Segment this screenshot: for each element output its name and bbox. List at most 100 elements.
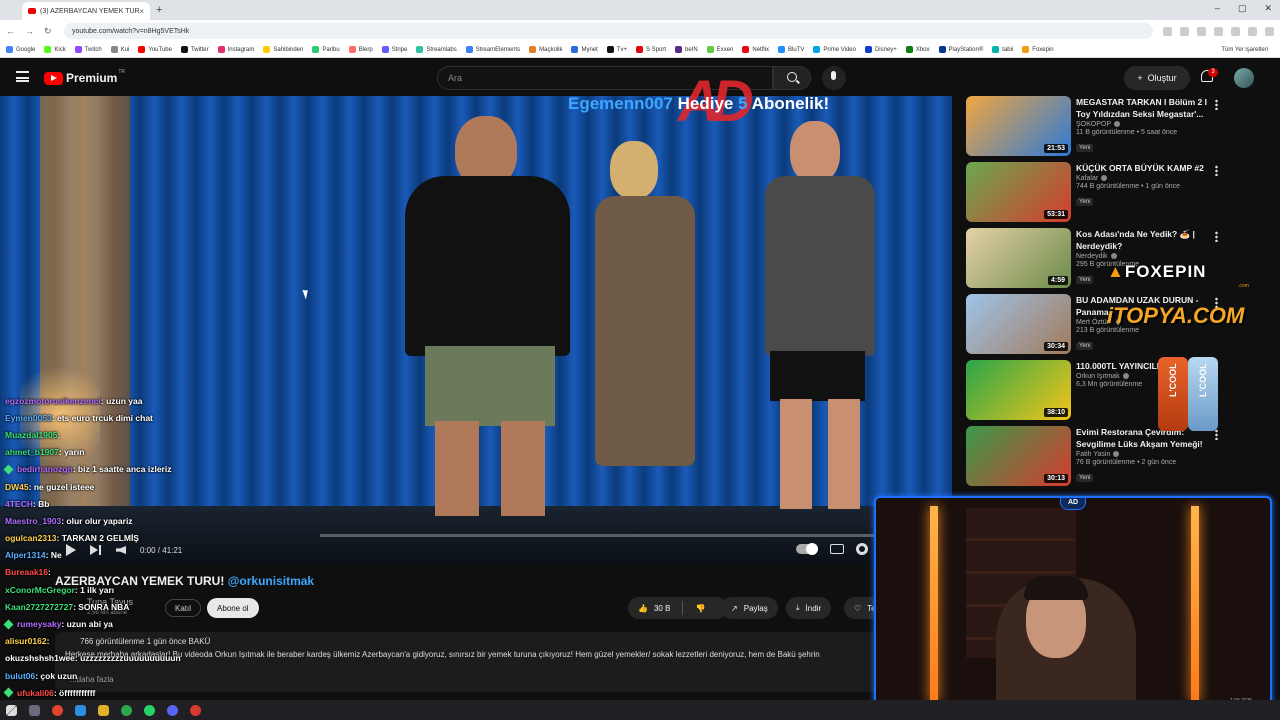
video-thumbnail[interactable]: 4:59 bbox=[966, 228, 1071, 288]
close-window-icon[interactable]: ✕ bbox=[1264, 3, 1272, 14]
extension-icon[interactable] bbox=[1163, 26, 1172, 36]
autoplay-toggle[interactable] bbox=[796, 543, 818, 555]
bookmark-item[interactable]: Google bbox=[6, 46, 35, 53]
progress-bar[interactable] bbox=[320, 534, 880, 537]
chat-username[interactable]: ogulcan2313 bbox=[5, 533, 57, 543]
new-tab-icon[interactable]: + bbox=[156, 4, 162, 16]
bookmark-item[interactable]: Kick bbox=[44, 46, 66, 53]
chat-username[interactable]: alisur0162 bbox=[5, 636, 47, 646]
microphone-icon[interactable] bbox=[822, 66, 846, 90]
video-title[interactable]: Kos Adası'nda Ne Yedik? 🍝 | Nerdeydik? bbox=[1076, 228, 1208, 252]
reload-icon[interactable]: ↻ bbox=[44, 26, 52, 37]
video-channel[interactable]: Nerdeydik bbox=[1076, 253, 1208, 260]
other-bookmarks[interactable]: Tüm Yer işaretleri bbox=[1221, 47, 1268, 53]
profile-icon[interactable] bbox=[1265, 26, 1274, 36]
chat-username[interactable]: bedirhanozgn bbox=[17, 464, 73, 474]
bookmark-item[interactable]: S Sport bbox=[635, 46, 666, 53]
recommended-video[interactable]: 4:59 Kos Adası'nda Ne Yedik? 🍝 | Nerdeydi… bbox=[966, 228, 1226, 294]
extension-icon[interactable] bbox=[1248, 26, 1257, 36]
obs-icon[interactable] bbox=[190, 704, 201, 716]
bookmark-item[interactable]: StreamElements bbox=[465, 46, 520, 53]
back-icon[interactable]: ← bbox=[6, 26, 15, 37]
bookmark-item[interactable]: Netflix bbox=[742, 46, 769, 53]
bookmark-item[interactable]: Kui bbox=[110, 46, 129, 53]
video-channel[interactable]: Fatih Yasin bbox=[1076, 451, 1208, 458]
bookmark-item[interactable]: Xbox bbox=[905, 46, 930, 53]
search-icon[interactable] bbox=[773, 66, 811, 90]
video-thumbnail[interactable]: 21:53 bbox=[966, 96, 1071, 156]
bookmark-item[interactable]: Stripe bbox=[381, 46, 407, 53]
bookmark-item[interactable]: Streamlabs bbox=[416, 46, 457, 53]
discord-icon[interactable] bbox=[167, 704, 178, 716]
chat-username[interactable]: egzozmotorusikenzenci bbox=[5, 396, 101, 406]
chat-username[interactable]: ufukali06 bbox=[17, 688, 54, 698]
windows-start-icon[interactable] bbox=[6, 704, 17, 716]
folder-icon[interactable] bbox=[98, 704, 109, 716]
share-button[interactable]: ↗ Paylaş bbox=[721, 597, 778, 619]
bookmark-item[interactable]: beIN bbox=[675, 46, 698, 53]
mail-icon[interactable] bbox=[75, 704, 86, 716]
video-channel[interactable]: Kafalar bbox=[1076, 175, 1208, 182]
download-button[interactable]: ⤓ İndir bbox=[786, 597, 832, 619]
video-thumbnail[interactable]: 38:10 bbox=[966, 360, 1071, 420]
bookmark-item[interactable]: Prime Video bbox=[813, 46, 856, 53]
recommended-video[interactable]: 21:53 MEGASTAR TARKAN I Bölüm 2 I Toy Yıl… bbox=[966, 96, 1226, 162]
url-field[interactable]: youtube.com/watch?v=n8Hg5VETsHk bbox=[64, 23, 1153, 39]
bookmark-item[interactable]: YouTube bbox=[138, 46, 172, 53]
bookmark-item[interactable]: BluTV bbox=[778, 46, 804, 53]
chat-username[interactable]: bulut06 bbox=[5, 671, 35, 681]
chrome-icon[interactable] bbox=[121, 704, 132, 716]
bookmark-item[interactable]: PlayStation® bbox=[938, 46, 983, 53]
video-thumbnail[interactable]: 53:31 bbox=[966, 162, 1071, 222]
bookmark-item[interactable]: Tv+ bbox=[606, 46, 627, 53]
video-thumbnail[interactable]: 30:13 bbox=[966, 426, 1071, 486]
settings-icon[interactable] bbox=[856, 543, 868, 555]
bookmark-item[interactable]: Instagram bbox=[217, 46, 254, 53]
bookmark-item[interactable]: Mynet bbox=[571, 46, 598, 53]
browser-icon[interactable] bbox=[52, 704, 63, 716]
bookmark-item[interactable]: Maçkolik bbox=[529, 46, 562, 53]
extension-icon[interactable] bbox=[1231, 26, 1240, 36]
more-options-icon[interactable] bbox=[1215, 99, 1218, 110]
chat-username[interactable]: Maestro_1903 bbox=[5, 516, 61, 526]
subtitles-icon[interactable] bbox=[830, 544, 844, 554]
whatsapp-icon[interactable] bbox=[144, 704, 155, 716]
recommended-video[interactable]: 53:31 KÜÇÜK ORTA BÜYÜK KAMP #2 Kafalar 744 … bbox=[966, 162, 1226, 228]
chat-username[interactable]: Kaan2727272727 bbox=[5, 602, 73, 612]
chat-username[interactable]: 4TECH bbox=[5, 499, 33, 509]
create-button[interactable]: + Oluştur bbox=[1124, 66, 1190, 90]
video-title[interactable]: MEGASTAR TARKAN I Bölüm 2 I Toy Yıldızda… bbox=[1076, 96, 1208, 120]
maximize-icon[interactable]: ▢ bbox=[1238, 3, 1247, 14]
like-dislike-button[interactable]: 👍 30 B 👎 bbox=[628, 597, 728, 619]
bookmark-item[interactable]: Twitter bbox=[180, 46, 209, 53]
extension-icon[interactable] bbox=[1180, 26, 1189, 36]
video-thumbnail[interactable]: 30:34 bbox=[966, 294, 1071, 354]
video-title[interactable]: KÜÇÜK ORTA BÜYÜK KAMP #2 bbox=[1076, 162, 1208, 174]
bookmark-item[interactable]: Paribu bbox=[312, 46, 340, 53]
hamburger-menu-icon[interactable] bbox=[16, 71, 29, 82]
bookmark-item[interactable]: tabii bbox=[992, 46, 1013, 53]
bookmark-item[interactable]: Twitch bbox=[74, 46, 102, 53]
youtube-logo[interactable]: Premium TR bbox=[44, 69, 125, 85]
minimize-icon[interactable]: – bbox=[1215, 3, 1220, 14]
bookmark-item[interactable]: Sahibinden bbox=[263, 46, 303, 53]
bookmark-item[interactable]: Foxepin bbox=[1022, 46, 1054, 53]
forward-icon[interactable]: → bbox=[25, 26, 34, 37]
bookmark-item[interactable]: Exxen bbox=[706, 46, 733, 53]
chat-username[interactable]: ahmet_b1907 bbox=[5, 447, 59, 457]
thumbs-down-icon[interactable]: 👎 bbox=[695, 604, 705, 613]
chat-username[interactable]: Bureaak16 bbox=[5, 567, 48, 577]
video-channel[interactable]: ŞOKOPOP bbox=[1076, 121, 1208, 128]
chat-username[interactable]: DW45 bbox=[5, 482, 29, 492]
account-avatar[interactable] bbox=[1234, 68, 1254, 88]
close-tab-icon[interactable]: × bbox=[139, 7, 144, 16]
bookmark-item[interactable]: Blerp bbox=[348, 46, 373, 53]
chat-username[interactable]: Eymen0053 bbox=[5, 413, 52, 423]
extension-icon[interactable] bbox=[1214, 26, 1223, 36]
more-options-icon[interactable] bbox=[1215, 231, 1218, 242]
chat-username[interactable]: rumeysaky bbox=[17, 619, 61, 629]
bookmark-item[interactable]: Disney+ bbox=[864, 46, 897, 53]
chat-username[interactable]: Alper1314 bbox=[5, 550, 46, 560]
chat-username[interactable]: Muazdal1905 bbox=[5, 430, 57, 440]
chat-username[interactable]: xConorMcGregor bbox=[5, 585, 75, 595]
